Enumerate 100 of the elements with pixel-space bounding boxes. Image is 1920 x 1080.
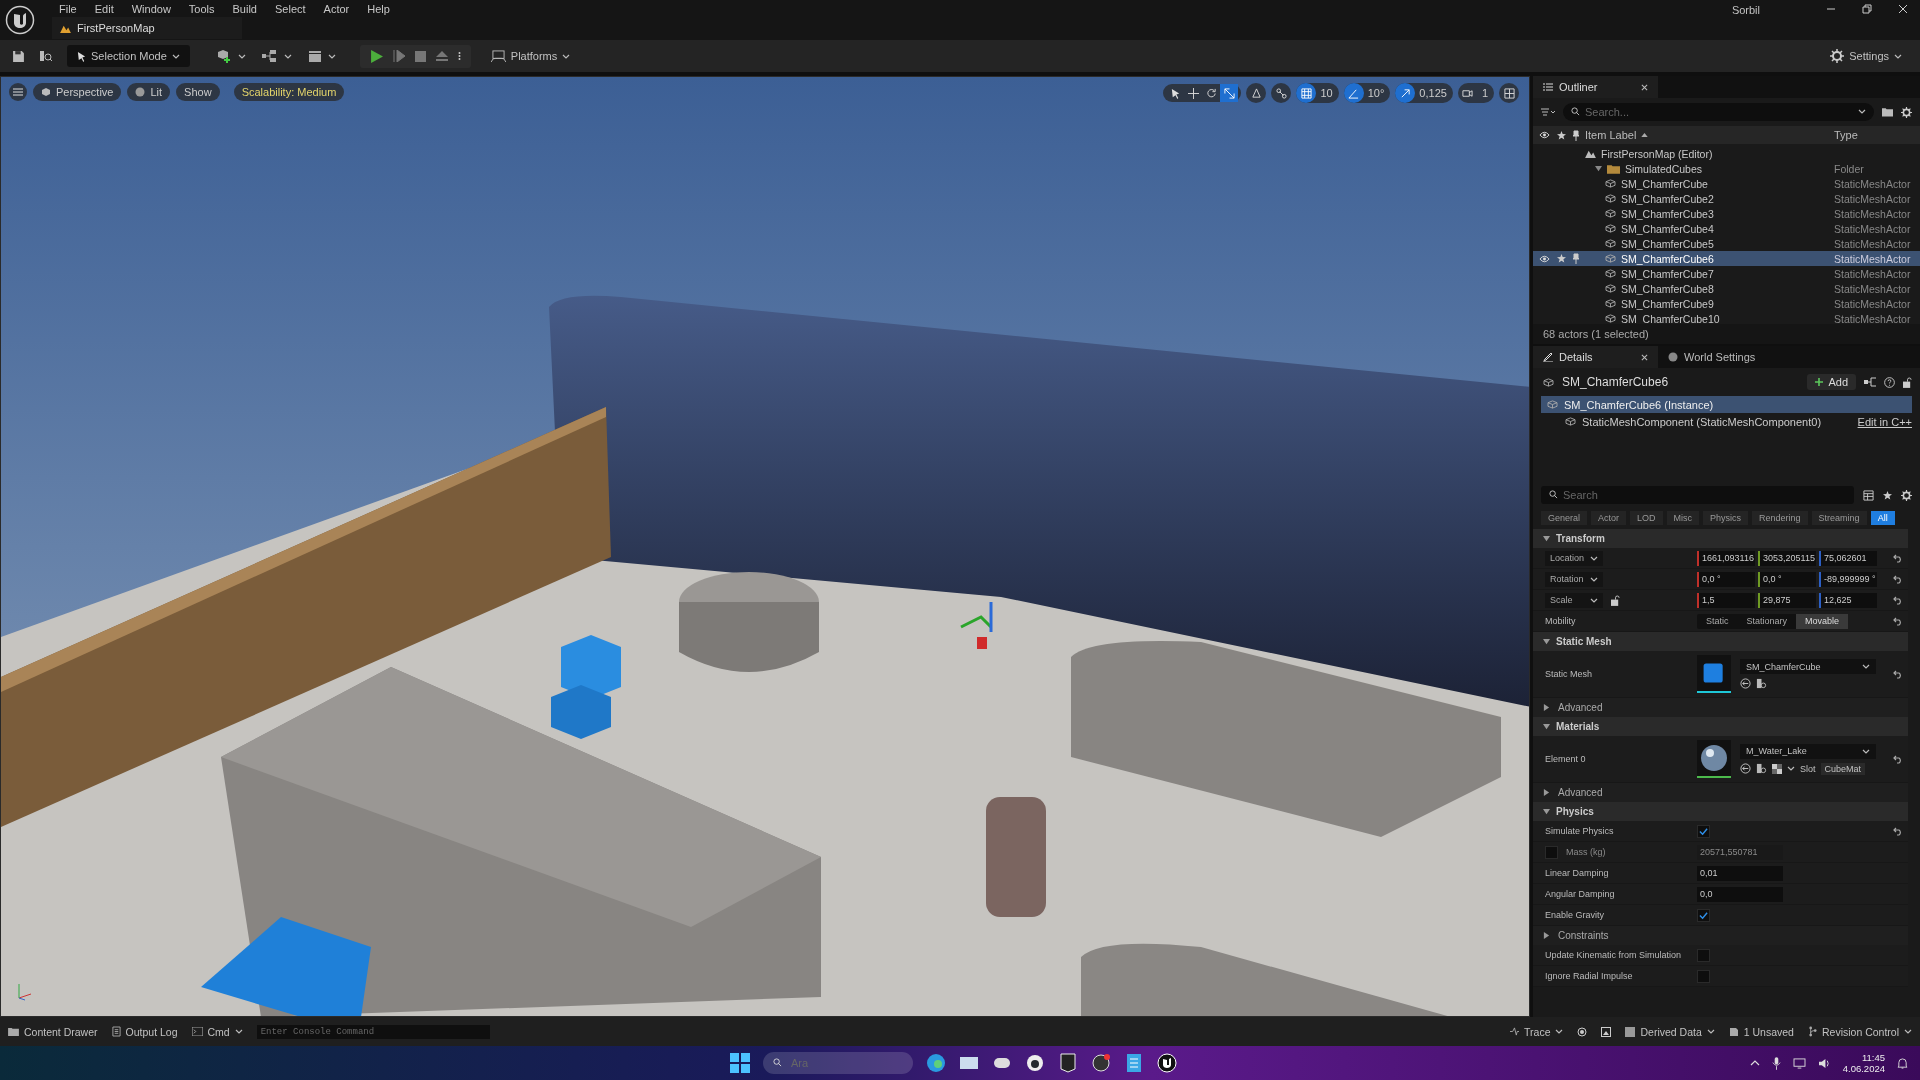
notepad-icon[interactable] bbox=[1124, 1053, 1144, 1073]
monitor-icon[interactable] bbox=[1792, 1057, 1806, 1069]
hierarchy-icon[interactable] bbox=[1864, 377, 1876, 387]
subsection-header[interactable]: Constraints bbox=[1533, 926, 1908, 945]
add-folder-icon[interactable] bbox=[1882, 107, 1893, 117]
status-bar-button[interactable]: Output Log bbox=[111, 1025, 178, 1038]
checkbox[interactable] bbox=[1697, 908, 1710, 922]
star-icon[interactable] bbox=[1557, 254, 1566, 263]
unlocked-padlock-icon[interactable] bbox=[1903, 376, 1912, 388]
number-field[interactable]: 3053,205115 bbox=[1758, 550, 1816, 566]
platforms-button[interactable]: Platforms bbox=[484, 45, 577, 67]
slot-field[interactable]: CubeMat bbox=[1820, 762, 1866, 775]
reset-arrow-icon[interactable] bbox=[1893, 574, 1903, 584]
outliner-row[interactable]: SM_ChamferCube StaticMeshActor bbox=[1533, 176, 1920, 191]
reset-arrow-icon[interactable] bbox=[1893, 616, 1903, 626]
outliner-row[interactable]: SM_ChamferCube9 StaticMeshActor bbox=[1533, 296, 1920, 311]
component-row[interactable]: SM_ChamferCube6 (Instance) bbox=[1541, 396, 1912, 413]
reset-arrow-icon[interactable] bbox=[1893, 826, 1903, 836]
section-header[interactable]: Transform bbox=[1533, 529, 1908, 548]
settings-icon[interactable] bbox=[1901, 106, 1912, 118]
number-field[interactable]: 0,01 bbox=[1697, 865, 1783, 881]
windows-logo-icon[interactable] bbox=[730, 1053, 750, 1073]
status-bar-button[interactable]: Cmd bbox=[191, 1025, 243, 1038]
number-field[interactable]: 75,062601 bbox=[1819, 550, 1877, 566]
category-filter-button[interactable]: Streaming bbox=[1811, 511, 1867, 525]
help-icon[interactable] bbox=[1884, 376, 1895, 388]
asset-dropdown[interactable]: SM_ChamferCube bbox=[1740, 659, 1876, 674]
table-icon[interactable] bbox=[1863, 489, 1874, 501]
column-header[interactable]: Type bbox=[1834, 129, 1920, 141]
filter-icon[interactable] bbox=[1541, 108, 1555, 116]
pin-icon[interactable] bbox=[1573, 253, 1579, 264]
panel-tab[interactable]: World Settings bbox=[1658, 346, 1798, 368]
console-command-field[interactable]: Enter Console Command bbox=[256, 1024, 490, 1039]
save-icon[interactable] bbox=[12, 49, 25, 63]
speaker-icon[interactable] bbox=[1817, 1057, 1831, 1069]
browse-folder-icon[interactable] bbox=[1756, 678, 1767, 689]
outliner-row[interactable]: SM_ChamferCube10 StaticMeshActor bbox=[1533, 311, 1920, 324]
restore-icon[interactable] bbox=[1862, 4, 1872, 14]
revision-control-button[interactable]: Revision Control bbox=[1807, 1025, 1912, 1038]
blueprint-icon[interactable] bbox=[261, 50, 278, 62]
reset-arrow-icon[interactable] bbox=[1893, 553, 1903, 563]
subsection-header[interactable]: Advanced bbox=[1533, 783, 1908, 802]
category-filter-button[interactable]: LOD bbox=[1630, 511, 1663, 525]
browse-folder-icon[interactable] bbox=[1756, 763, 1767, 774]
viewport-option-button[interactable]: Perspective bbox=[33, 83, 122, 101]
image-icon[interactable] bbox=[1601, 1026, 1612, 1037]
component-row[interactable]: StaticMeshComponent (StaticMeshComponent0) Edit in C++ bbox=[1541, 413, 1912, 430]
settings-icon[interactable] bbox=[1901, 489, 1912, 501]
menu-item[interactable]: Build bbox=[223, 2, 266, 15]
category-filter-button[interactable]: Physics bbox=[1703, 511, 1749, 525]
clapperboard-icon[interactable] bbox=[307, 50, 322, 62]
menu-item[interactable]: Actor bbox=[314, 2, 359, 15]
reset-arrow-icon[interactable] bbox=[1893, 754, 1903, 764]
menu-item[interactable]: Select bbox=[266, 2, 315, 15]
viewport-option-button[interactable]: Lit bbox=[127, 83, 171, 101]
unlocked-padlock-icon[interactable] bbox=[1611, 594, 1620, 606]
number-field[interactable]: 1661,093116 bbox=[1697, 550, 1755, 566]
grid-snap-toggle[interactable]: 10 bbox=[1296, 83, 1339, 103]
more-options-icon[interactable] bbox=[457, 50, 461, 62]
menu-item[interactable]: Window bbox=[122, 2, 180, 15]
mobility-option[interactable]: Movable bbox=[1796, 613, 1849, 629]
selection-mode-button[interactable]: Selection Mode bbox=[67, 45, 190, 67]
use-selected-arrow-icon[interactable] bbox=[1740, 763, 1751, 774]
number-field[interactable]: 29,875 bbox=[1758, 592, 1816, 608]
status-bar-button[interactable]: Content Drawer bbox=[8, 1025, 98, 1038]
scale-snap-toggle[interactable]: 0,125 bbox=[1395, 83, 1453, 103]
category-filter-button[interactable]: Rendering bbox=[1752, 511, 1808, 525]
disc-icon[interactable] bbox=[1091, 1053, 1111, 1073]
checker-icon[interactable] bbox=[1772, 763, 1782, 774]
outliner-row[interactable]: SM_ChamferCube3 StaticMeshActor bbox=[1533, 206, 1920, 221]
microphone-icon[interactable] bbox=[1771, 1056, 1781, 1070]
engine-logo-icon[interactable] bbox=[5, 5, 35, 35]
close-icon[interactable] bbox=[1641, 83, 1648, 91]
panel-tab[interactable]: Details bbox=[1533, 346, 1658, 368]
number-field[interactable]: 0,0 ° bbox=[1697, 571, 1755, 587]
section-header[interactable]: Materials bbox=[1533, 717, 1908, 736]
chevron-up-icon[interactable] bbox=[1749, 1060, 1760, 1066]
menu-item[interactable]: File bbox=[50, 2, 86, 15]
outliner-row[interactable]: SimulatedCubes Folder bbox=[1533, 161, 1920, 176]
derived-data-button[interactable]: Derived Data bbox=[1625, 1025, 1715, 1038]
eject-icon[interactable] bbox=[435, 50, 448, 62]
pin-icon[interactable] bbox=[1573, 129, 1579, 141]
launcher-icon[interactable] bbox=[1058, 1053, 1078, 1073]
browser-icon[interactable] bbox=[926, 1053, 946, 1073]
number-field[interactable]: -89,999999 ° bbox=[1819, 571, 1877, 587]
settings-button[interactable]: Settings bbox=[1824, 45, 1908, 67]
outliner-row[interactable]: SM_ChamferCube5 StaticMeshActor bbox=[1533, 236, 1920, 251]
edit-in-cpp-link[interactable]: Edit in C++ bbox=[1857, 415, 1912, 428]
folder-search-icon[interactable] bbox=[39, 50, 53, 62]
eye-icon[interactable] bbox=[1539, 131, 1550, 139]
subsection-header[interactable]: Advanced bbox=[1533, 698, 1908, 717]
scale-tool-icon[interactable] bbox=[1220, 84, 1239, 102]
reset-arrow-icon[interactable] bbox=[1893, 595, 1903, 605]
sort-ascending-icon[interactable] bbox=[1641, 133, 1649, 137]
step-icon[interactable] bbox=[392, 50, 405, 62]
record-icon[interactable] bbox=[1577, 1026, 1588, 1037]
menu-item[interactable]: Edit bbox=[85, 2, 123, 15]
play-icon[interactable] bbox=[369, 49, 383, 63]
category-filter-button[interactable]: General bbox=[1541, 511, 1588, 525]
checkbox[interactable] bbox=[1697, 969, 1710, 983]
